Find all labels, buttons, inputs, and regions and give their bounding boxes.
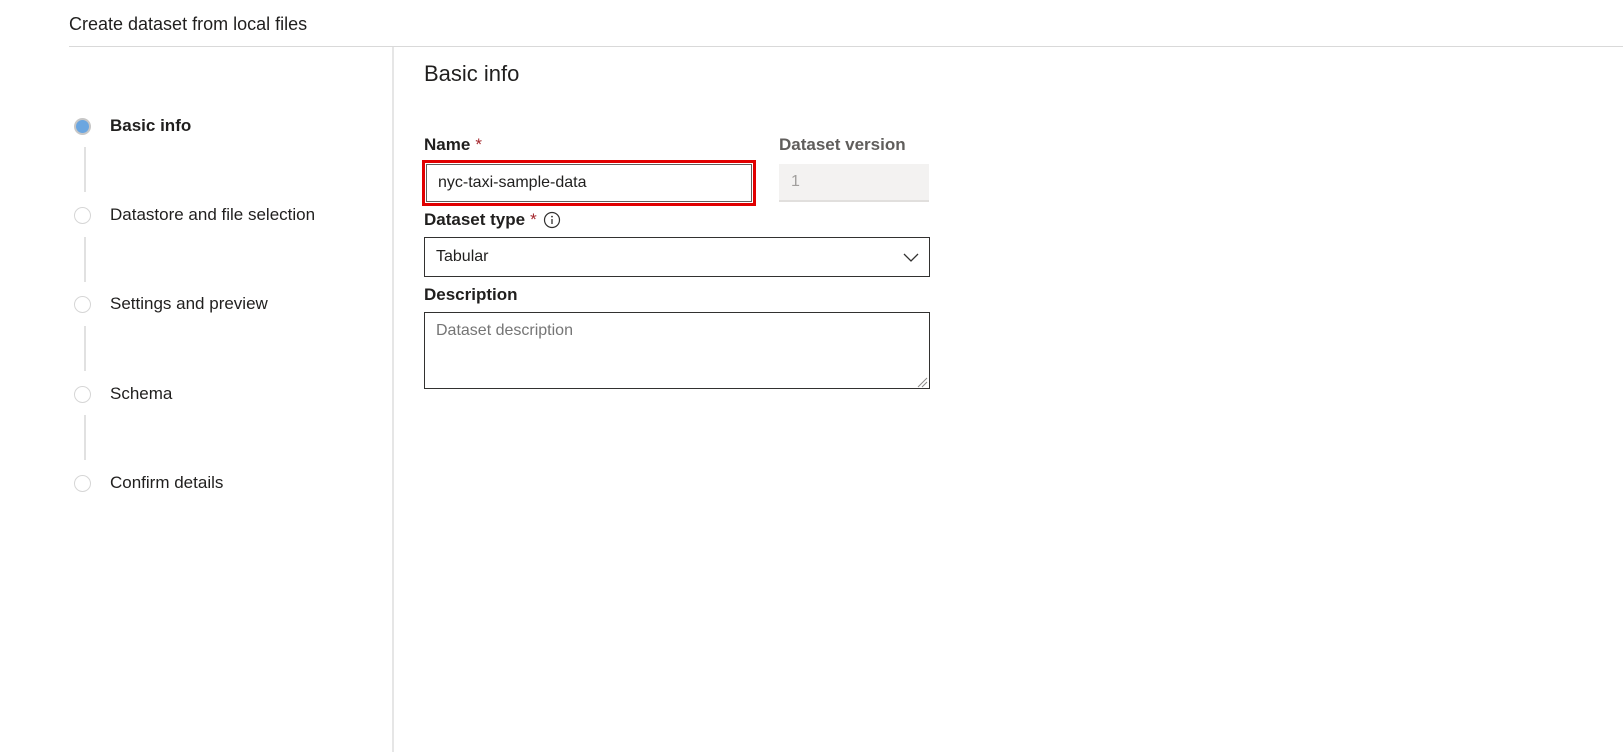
wizard-title: Create dataset from local files [69,14,308,34]
section-title: Basic info [424,61,520,86]
step-label: Schema [110,384,173,403]
step-connector [84,326,86,371]
dataset-version-field: 1 [779,164,929,202]
step-indicator [74,385,91,403]
dataset-type-dropdown[interactable]: Tabular [424,237,930,277]
dataset-version-label: Dataset version [779,134,906,156]
name-label-text: Name [424,135,471,154]
step-label: Settings and preview [110,294,268,313]
step-label: Datastore and file selection [110,205,316,224]
step-label: Basic info [110,116,192,135]
required-marker: * [475,135,482,154]
dataset-type-label-text: Dataset type [424,210,526,229]
step-indicator [74,295,91,313]
description-label-text: Description [424,285,518,304]
description-label: Description [424,284,518,306]
chevron-down-icon [901,247,921,267]
step-connector [84,237,86,282]
resize-handle-icon[interactable] [916,375,928,388]
step-indicator [74,474,91,492]
dataset-type-selected: Tabular [436,248,489,265]
dataset-type-label: Dataset type * [424,209,561,231]
step-label: Confirm details [110,473,224,492]
step-settings-and-preview[interactable]: Settings and preview [74,292,268,316]
name-label: Name * [424,134,482,156]
step-schema[interactable]: Schema [74,382,172,406]
step-basic-info[interactable]: Basic info [74,114,191,138]
stepper-divider [392,47,394,752]
step-connector [84,415,86,460]
step-confirm-details[interactable]: Confirm details [74,471,223,495]
step-indicator [74,206,91,224]
name-input[interactable] [426,164,752,202]
step-datastore-and-file-selection[interactable]: Datastore and file selection [74,203,315,227]
required-marker: * [530,210,537,229]
name-field-highlight [422,160,756,206]
wizard-stepper [0,47,393,752]
step-indicator-active [74,117,91,135]
create-dataset-page: Create dataset from local files Basic in… [0,0,1623,752]
dataset-version-label-text: Dataset version [779,135,906,154]
description-textarea[interactable] [424,312,930,389]
dataset-version-value: 1 [791,173,800,190]
info-icon[interactable] [543,211,561,229]
step-connector [84,147,86,192]
